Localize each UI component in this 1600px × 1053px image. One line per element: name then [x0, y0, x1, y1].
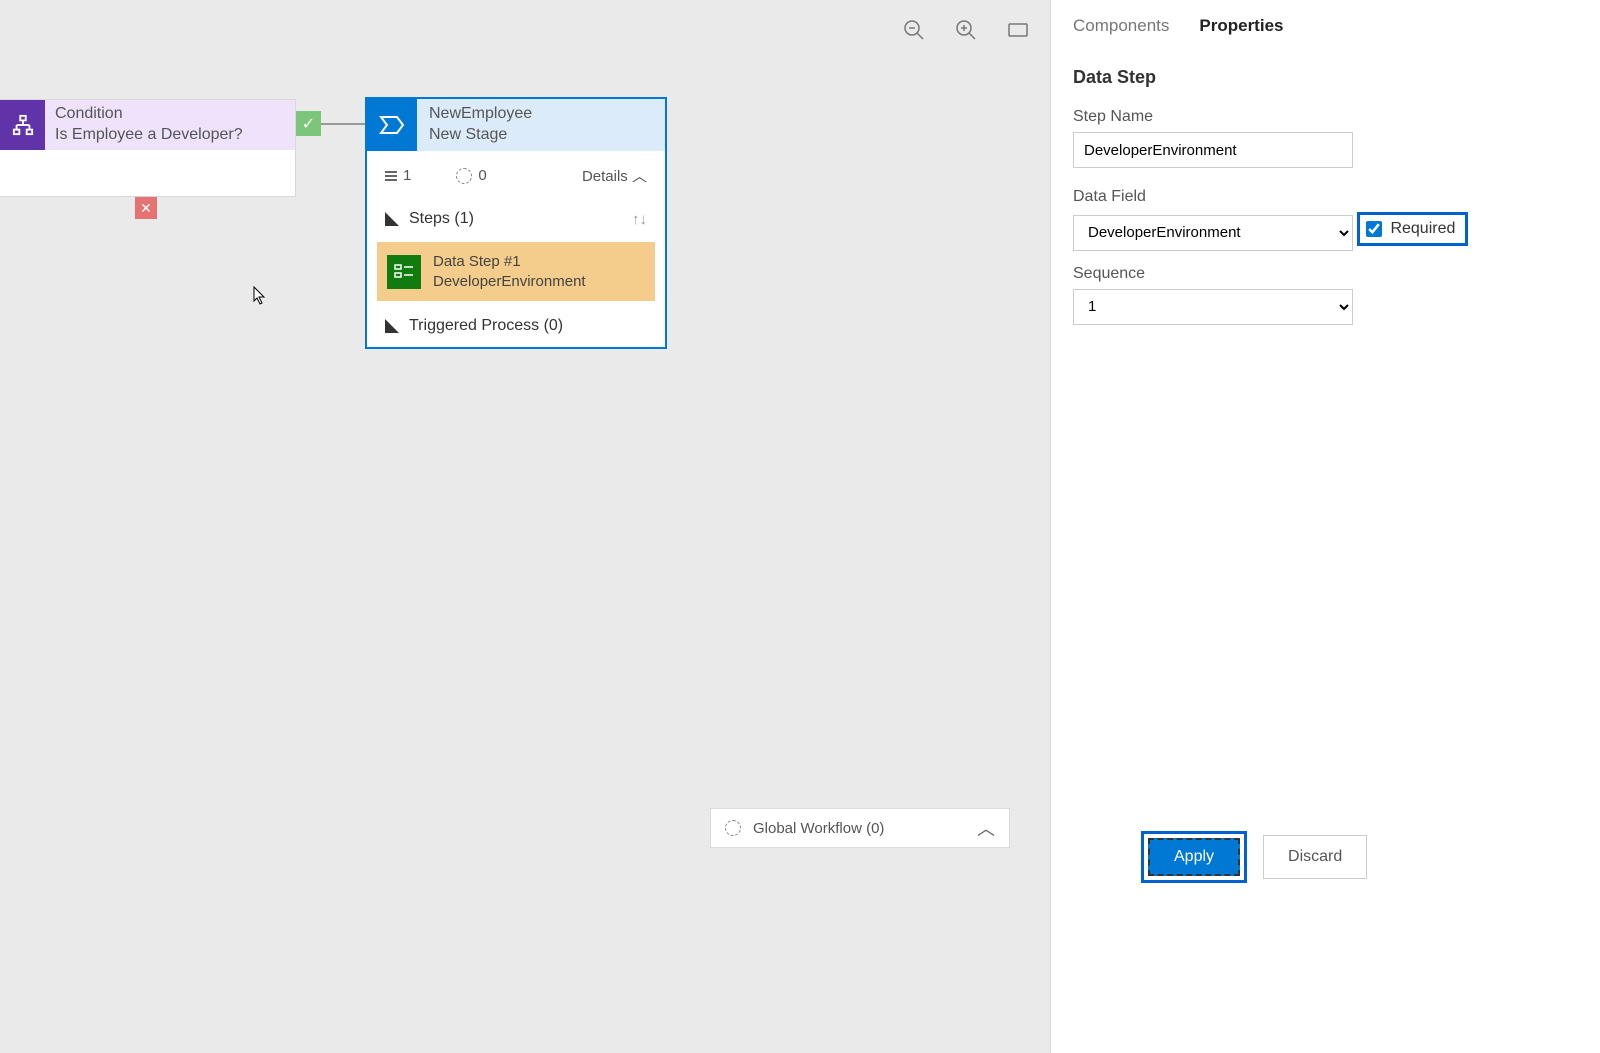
steps-header-label: Steps (1): [409, 210, 474, 228]
condition-branch-icon: [0, 100, 45, 150]
required-checkbox-wrap[interactable]: Required: [1357, 212, 1468, 246]
canvas-toolbar: [902, 18, 1030, 42]
data-step-title: Data Step #1: [433, 252, 586, 272]
data-step-row[interactable]: Data Step #1 DeveloperEnvironment: [377, 242, 655, 301]
tab-components[interactable]: Components: [1073, 10, 1169, 42]
required-checkbox[interactable]: [1366, 221, 1382, 237]
step-name-input[interactable]: [1073, 132, 1353, 168]
condition-card[interactable]: Condition Is Employee a Developer?: [0, 99, 296, 197]
triggers-count-value: 0: [478, 167, 486, 184]
condition-false-icon[interactable]: ✕: [135, 197, 157, 219]
stage-stats-bar: 1 0 Details ︿: [367, 151, 665, 200]
stage-text: NewEmployee New Stage: [417, 99, 544, 151]
stage-steps-count: 1: [385, 167, 411, 184]
steps-section-header[interactable]: Steps (1) ↑↓: [367, 200, 665, 238]
apply-button[interactable]: Apply: [1148, 838, 1240, 876]
condition-true-icon[interactable]: ✓: [296, 111, 321, 136]
triggered-process-header[interactable]: Triggered Process (0): [367, 305, 665, 347]
chevron-up-icon[interactable]: ︿: [977, 815, 995, 841]
data-field-select[interactable]: DeveloperEnvironment: [1073, 215, 1353, 251]
data-field-label: Data Field: [1073, 188, 1578, 206]
sequence-label: Sequence: [1073, 265, 1578, 283]
reorder-arrows-icon[interactable]: ↑↓: [632, 211, 647, 228]
steps-count-value: 1: [403, 167, 411, 184]
list-icon: [385, 171, 397, 181]
stage-card[interactable]: NewEmployee New Stage 1 0 Details ︿ Step…: [365, 97, 667, 349]
data-step-name: DeveloperEnvironment: [433, 272, 586, 292]
condition-name: Is Employee a Developer?: [55, 125, 243, 146]
apply-button-highlight: Apply: [1141, 831, 1247, 883]
stage-header: NewEmployee New Stage: [367, 99, 665, 151]
tab-properties[interactable]: Properties: [1199, 10, 1283, 42]
condition-header: Condition Is Employee a Developer?: [0, 100, 295, 150]
cursor-pointer-icon: [253, 286, 267, 306]
workflow-icon: [725, 820, 741, 836]
fit-screen-icon[interactable]: [1006, 18, 1030, 42]
details-label: Details: [582, 168, 628, 185]
zoom-in-icon[interactable]: [954, 18, 978, 42]
expand-triangle-icon: [385, 212, 399, 226]
global-workflow-label: Global Workflow (0): [753, 820, 884, 837]
data-step-form-icon: [387, 255, 421, 289]
triggered-label: Triggered Process (0): [409, 317, 563, 335]
expand-triangle-icon: [385, 319, 399, 333]
condition-body: [0, 150, 295, 196]
discard-button[interactable]: Discard: [1263, 835, 1367, 879]
global-workflow-bar[interactable]: Global Workflow (0) ︿: [710, 808, 1010, 848]
properties-panel: Components Properties Data Step Step Nam…: [1050, 0, 1600, 1053]
chevron-up-icon: ︿: [632, 168, 647, 185]
stage-subtitle: New Stage: [429, 125, 532, 146]
required-label: Required: [1390, 220, 1455, 238]
stage-title: NewEmployee: [429, 104, 532, 125]
stage-chevron-icon: [367, 99, 417, 151]
panel-tabs: Components Properties: [1073, 10, 1578, 42]
step-name-label: Step Name: [1073, 108, 1578, 126]
data-step-text: Data Step #1 DeveloperEnvironment: [433, 252, 586, 291]
panel-section-title: Data Step: [1073, 67, 1578, 88]
trigger-icon: [456, 168, 472, 184]
zoom-out-icon[interactable]: [902, 18, 926, 42]
stage-triggers-count: 0: [456, 167, 486, 184]
condition-text: Condition Is Employee a Developer?: [45, 100, 253, 150]
sequence-select[interactable]: 1: [1073, 289, 1353, 325]
condition-type-label: Condition: [55, 104, 243, 125]
details-toggle[interactable]: Details ︿: [582, 165, 647, 186]
panel-buttons: Apply Discard: [1141, 831, 1367, 883]
